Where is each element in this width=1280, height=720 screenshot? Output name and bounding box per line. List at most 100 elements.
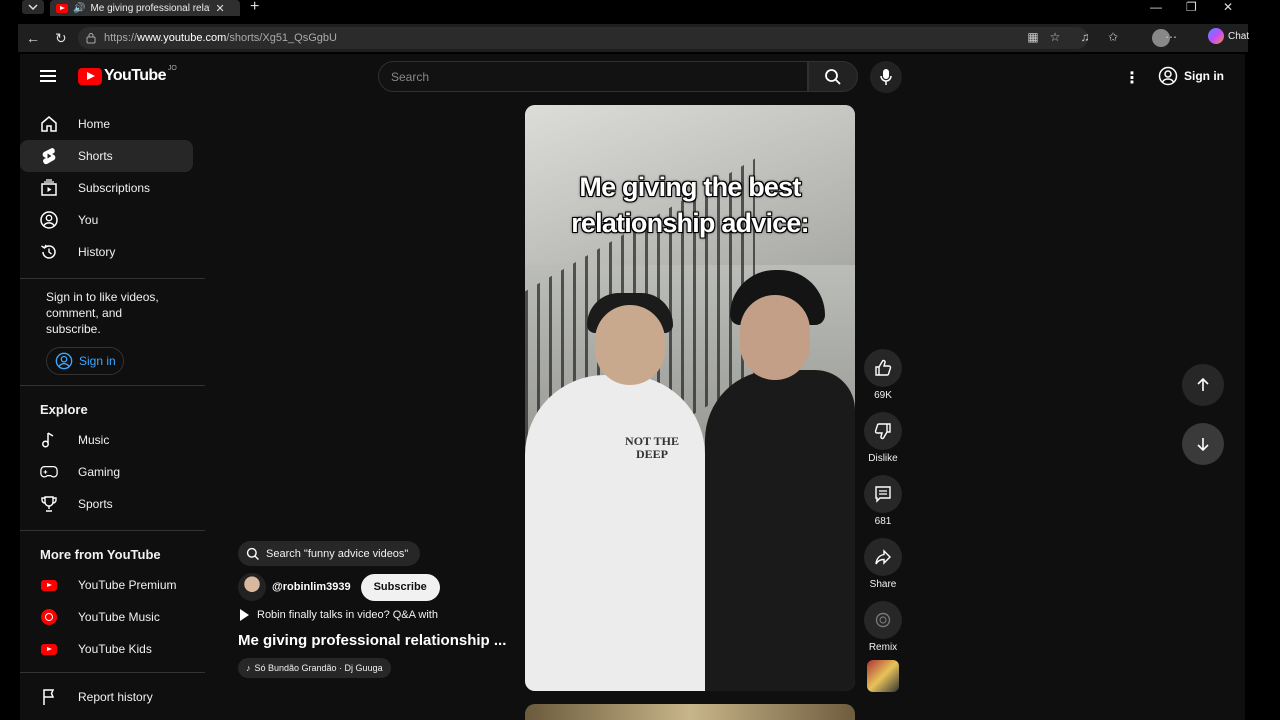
next-short-button[interactable]: [1182, 423, 1224, 465]
arrow-down-icon: [1197, 438, 1209, 452]
related-video-link[interactable]: Robin finally talks in video? Q&A with: [240, 609, 438, 621]
more-options-icon[interactable]: ⋯: [1164, 30, 1178, 44]
sidebar-item-subscriptions[interactable]: Subscriptions: [20, 172, 193, 204]
tab-list-button[interactable]: [22, 0, 44, 14]
previous-short-button[interactable]: [1182, 364, 1224, 406]
gaming-icon: [40, 463, 58, 481]
video-person-left: [525, 375, 705, 691]
more-from-youtube-heading: More from YouTube: [40, 547, 161, 562]
sound-thumbnail[interactable]: [867, 660, 899, 692]
shirt-print-text: NOT THE DEEP: [625, 434, 679, 461]
account-icon: [55, 352, 73, 370]
dislike-label: Dislike: [868, 453, 898, 464]
sidebar-item-you[interactable]: You: [20, 204, 193, 236]
next-short-preview[interactable]: [525, 704, 855, 720]
comment-button[interactable]: [864, 475, 902, 513]
sidebar-item-label: Home: [78, 117, 111, 131]
back-icon[interactable]: ←: [26, 30, 40, 46]
tab-close-icon[interactable]: ✕: [215, 2, 224, 15]
sidebar-item-label: Shorts: [78, 149, 113, 163]
sidebar-item-gaming[interactable]: Gaming: [20, 456, 193, 488]
restore-icon[interactable]: ❐: [1186, 0, 1197, 14]
related-video-title: Robin finally talks in video? Q&A with: [257, 609, 438, 621]
remix-icon: [875, 612, 891, 628]
youtube-favicon-icon: [56, 3, 68, 13]
search-icon: [246, 547, 259, 560]
close-window-icon[interactable]: ✕: [1223, 0, 1233, 14]
search-placeholder: Search: [391, 69, 430, 84]
address-bar-row: ← ↻ https://www.youtube.com/shorts/Xg51_…: [18, 24, 1249, 52]
remix-action: Remix: [863, 601, 903, 654]
favorite-star-icon[interactable]: ☆: [1048, 30, 1062, 44]
new-tab-icon[interactable]: +: [250, 0, 259, 16]
sidebar-sign-in-label: Sign in: [79, 354, 116, 368]
url-path: /shorts/Xg51_QsGgbU: [226, 32, 337, 44]
channel-row: @robinlim3939 Subscribe: [238, 573, 440, 601]
sidebar: Home Shorts Subscriptions You History Si…: [20, 108, 205, 665]
sidebar-item-shorts[interactable]: Shorts: [20, 140, 193, 172]
sidebar-item-youtube-music[interactable]: YouTube Music: [20, 601, 193, 633]
short-title[interactable]: Me giving professional relationship ...: [238, 632, 506, 649]
speaker-icon: 🔊: [73, 2, 86, 14]
share-button[interactable]: [864, 538, 902, 576]
sound-chip[interactable]: ♪ Só Bundão Grandão · Dj Guuga: [238, 658, 391, 678]
channel-avatar[interactable]: [238, 573, 266, 601]
sound-name: Só Bundão Grandão · Dj Guuga: [254, 663, 383, 673]
flag-icon: [40, 688, 58, 706]
sign-in-button[interactable]: Sign in: [1158, 66, 1224, 86]
sidebar-item-label: Music: [78, 433, 110, 447]
sidebar-item-home[interactable]: Home: [20, 108, 193, 140]
copilot-icon: [1208, 28, 1224, 44]
search-suggestion-text: Search "funny advice videos": [266, 547, 409, 560]
tab-title: Me giving professional relatio: [90, 2, 211, 14]
sidebar-item-report-history[interactable]: Report history: [20, 681, 193, 713]
history-icon: [40, 243, 58, 261]
video-person-right-head: [740, 295, 810, 380]
video-caption-line1: Me giving the best: [579, 172, 801, 202]
video-person-right: [705, 370, 855, 691]
report-section: Report history: [20, 672, 205, 713]
sidebar-item-sports[interactable]: Sports: [20, 488, 193, 520]
search-button[interactable]: [808, 61, 858, 92]
copilot-chat-button[interactable]: Chat: [1208, 28, 1249, 44]
channel-name[interactable]: @robinlim3939: [272, 581, 351, 593]
subscribe-button[interactable]: Subscribe: [360, 573, 440, 601]
sidebar-item-youtube-kids[interactable]: YouTube Kids: [20, 633, 193, 665]
remix-button[interactable]: [864, 601, 902, 639]
dislike-action: Dislike: [863, 412, 903, 465]
url-field[interactable]: https://www.youtube.com/shorts/Xg51_QsGg…: [78, 27, 1088, 49]
sidebar-item-label: You: [78, 213, 99, 227]
sidebar-item-history[interactable]: History: [20, 236, 193, 268]
search-suggestion-chip[interactable]: Search "funny advice videos": [238, 541, 421, 566]
short-actions: 69K Dislike 681 Share Remix: [863, 349, 903, 664]
sidebar-item-label: Gaming: [78, 465, 121, 479]
menu-icon[interactable]: [40, 70, 56, 82]
youtube-logo[interactable]: YouTube JO: [78, 64, 177, 85]
app-grid-icon[interactable]: ▦: [1026, 30, 1040, 44]
search-icon: [825, 68, 841, 85]
short-video-player[interactable]: NOT THE DEEP Me giving the best relation…: [525, 105, 855, 691]
like-button[interactable]: [864, 349, 902, 387]
logo-word: YouTube: [104, 67, 166, 84]
music-note-icon: ♪: [246, 663, 251, 673]
sidebar-item-label: History: [78, 245, 116, 259]
favorites-icon[interactable]: ✩: [1106, 30, 1120, 44]
reload-icon[interactable]: ↻: [55, 30, 67, 47]
play-icon: [240, 609, 249, 621]
country-code: JO: [167, 64, 177, 72]
sidebar-item-youtube-premium[interactable]: YouTube Premium: [20, 569, 193, 601]
search-input[interactable]: Search: [378, 61, 808, 92]
sidebar-item-label: Subscriptions: [78, 181, 151, 195]
sign-in-note: Sign in to like videos, comment, and sub…: [46, 290, 159, 336]
url-host: www.youtube.com: [137, 32, 227, 44]
browser-tab-active[interactable]: 🔊 Me giving professional relatio ✕: [50, 0, 240, 16]
minimize-icon[interactable]: —: [1150, 0, 1162, 14]
media-icon[interactable]: ♫: [1078, 30, 1092, 44]
sidebar-sign-in-button[interactable]: Sign in: [46, 347, 124, 375]
dislike-button[interactable]: [864, 412, 902, 450]
sidebar-item-label: YouTube Music: [78, 610, 160, 624]
sign-in-label: Sign in: [1184, 69, 1224, 83]
sidebar-item-music[interactable]: Music: [20, 424, 193, 456]
voice-search-button[interactable]: [870, 61, 902, 93]
settings-kebab-icon[interactable]: ⋮: [1124, 68, 1140, 88]
